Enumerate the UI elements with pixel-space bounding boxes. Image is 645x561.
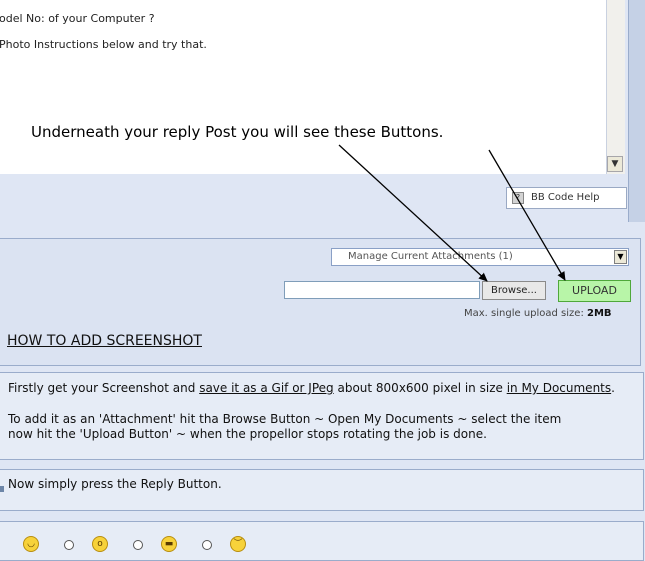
bbcode-help-button[interactable]: ? BB Code Help <box>506 187 627 209</box>
annotation-text: Underneath your reply Post you will see … <box>31 123 444 141</box>
angry-icon[interactable]: ︶ <box>230 536 246 552</box>
reply-instruction-panel: Now simply press the Reply Button. <box>0 469 644 511</box>
smile-icon[interactable]: ◡ <box>23 536 39 552</box>
instruction-line-2: To add it as an 'Attachment' hit tha Bro… <box>8 412 562 426</box>
howto-title: HOW TO ADD SCREENSHOT <box>7 333 202 349</box>
message-editor[interactable]: odel No: of your Computer ? Photo Instru… <box>0 0 624 176</box>
right-gutter <box>628 0 645 222</box>
bullet-icon <box>0 486 4 492</box>
browse-button[interactable]: Browse... <box>482 281 546 300</box>
instructions-panel: Firstly get your Screenshot and save it … <box>0 372 644 460</box>
scroll-down-button[interactable]: ▼ <box>607 156 623 172</box>
manage-attachments-value: Manage Current Attachments (1) <box>348 251 513 262</box>
reply-instruction: Now simply press the Reply Button. <box>8 477 222 491</box>
manage-attachments-select[interactable]: Manage Current Attachments (1) ▼ <box>331 248 629 266</box>
bbcode-help-label: BB Code Help <box>531 192 600 203</box>
editor-line: odel No: of your Computer ? <box>0 12 155 25</box>
instruction-line-3: now hit the 'Upload Button' ~ when the p… <box>8 427 487 441</box>
instruction-underlined: save it as a Gif or JPeg <box>199 381 334 395</box>
instruction-underlined: in My Documents <box>506 381 612 395</box>
smiley-radio[interactable] <box>133 540 143 550</box>
smiley-radio[interactable] <box>64 540 74 550</box>
surprised-icon[interactable]: o <box>92 536 108 552</box>
chevron-down-icon[interactable]: ▼ <box>614 250 627 264</box>
max-size-label: Max. single upload size: <box>464 308 584 319</box>
instruction-text: . <box>611 381 615 395</box>
instruction-line-1: Firstly get your Screenshot and save it … <box>8 381 615 395</box>
editor-line: Photo Instructions below and try that. <box>0 38 207 51</box>
upload-button[interactable]: UPLOAD <box>558 280 631 302</box>
help-icon: ? <box>512 192 524 204</box>
instruction-text: Firstly get your Screenshot and <box>8 381 200 395</box>
grin-icon[interactable]: ▬ <box>161 536 177 552</box>
smiley-radio[interactable] <box>202 540 212 550</box>
max-upload-size: Max. single upload size: 2MB <box>464 308 612 319</box>
editor-scrollbar[interactable] <box>606 0 625 174</box>
file-path-input[interactable] <box>284 281 480 299</box>
instruction-text: about 800x600 pixel in size <box>333 381 507 395</box>
smiley-panel: ◡ o ▬ ︶ <box>0 521 644 561</box>
max-size-value: 2MB <box>587 308 612 319</box>
